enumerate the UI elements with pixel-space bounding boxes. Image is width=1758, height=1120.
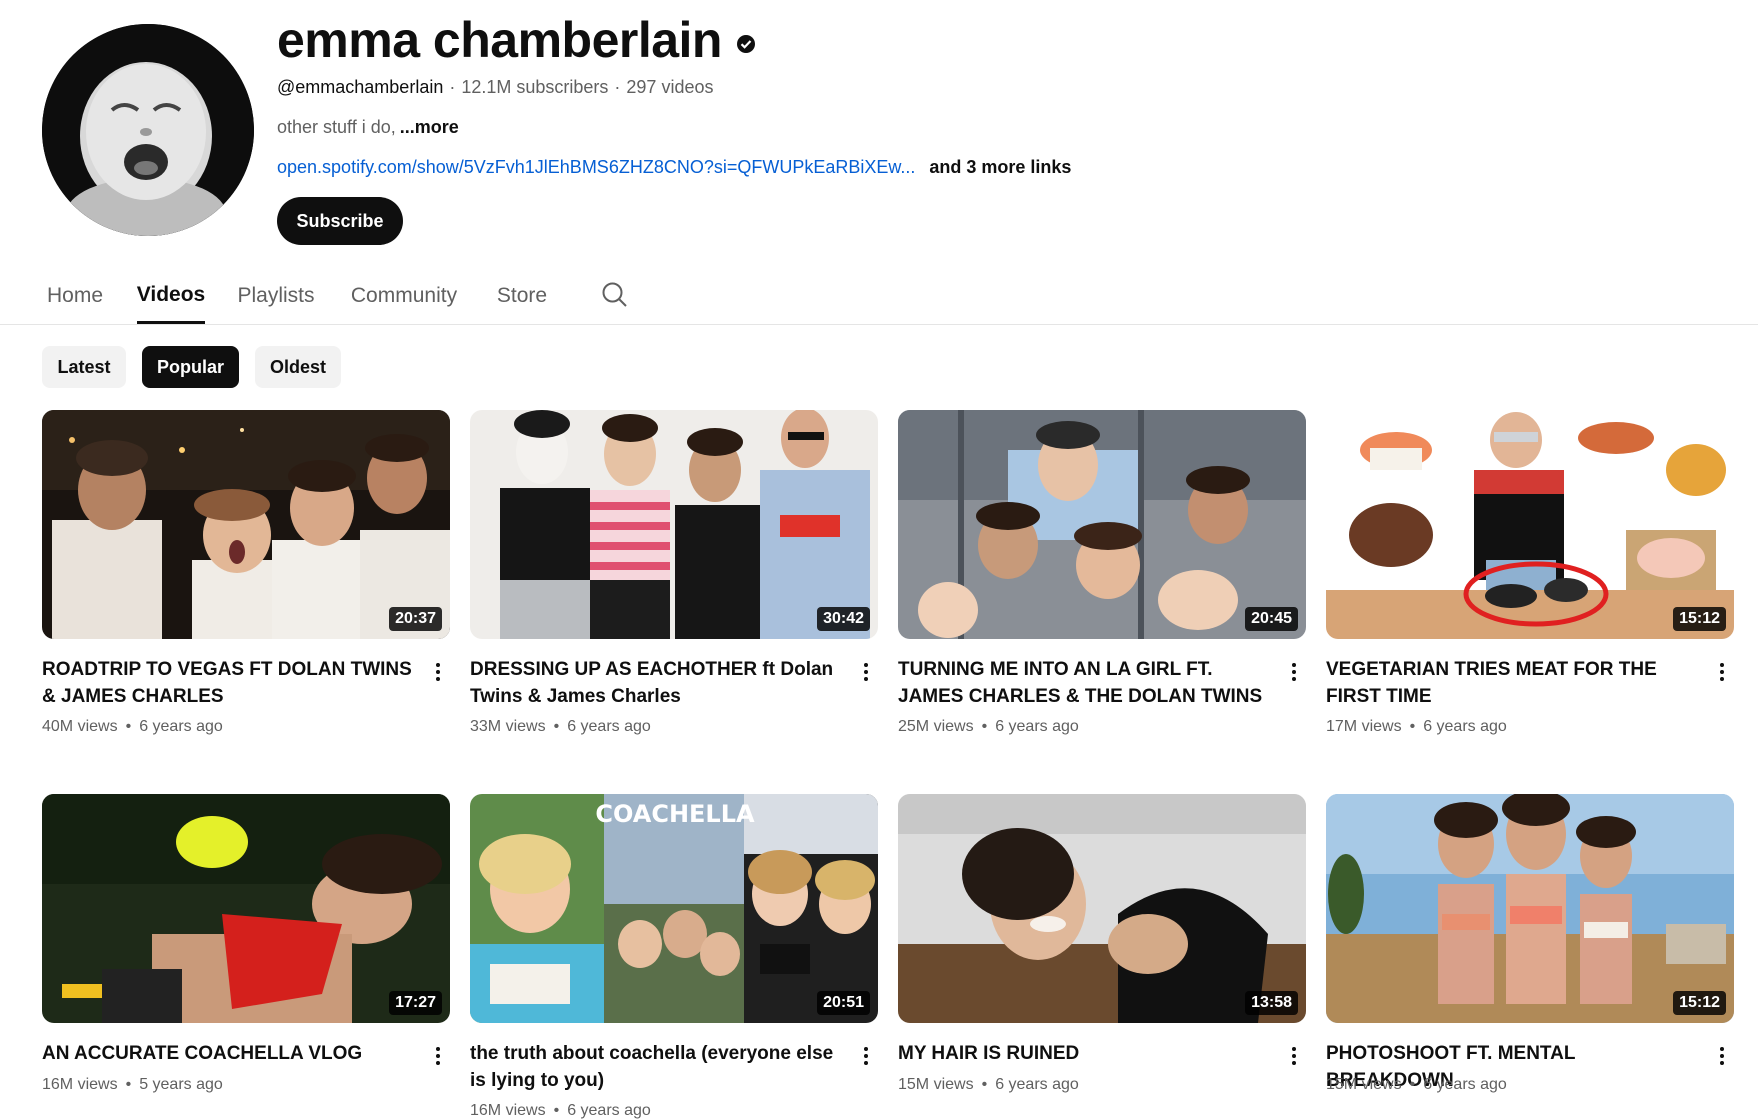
video-stats: 17M views • 6 years ago (1326, 718, 1726, 736)
video-views: 16M views (42, 1076, 118, 1093)
tab-playlists[interactable]: Playlists (235, 268, 317, 324)
video-title[interactable]: VEGETARIAN TRIES MEAT FOR THE FIRST TIME (1326, 656, 1696, 710)
tab-home[interactable]: Home (45, 268, 105, 324)
video-age: 6 years ago (139, 718, 223, 735)
tab-community[interactable]: Community (348, 268, 460, 324)
video-card: 17:27 AN ACCURATE COACHELLA VLOG 16M vie… (42, 794, 450, 1093)
separator-dot: · (449, 76, 456, 97)
tab-videos[interactable]: Videos (137, 268, 205, 324)
video-stats: 25M views • 6 years ago (898, 718, 1298, 736)
channel-description: other stuff i do, ...more (277, 114, 459, 140)
tab-store[interactable]: Store (496, 268, 548, 324)
channel-name-text: emma chamberlain (277, 12, 722, 68)
video-age: 6 years ago (1423, 1076, 1507, 1093)
separator-dot: • (125, 718, 132, 735)
subscriber-count: 12.1M subscribers (461, 76, 609, 97)
channel-name: emma chamberlain (277, 8, 756, 72)
video-age: 6 years ago (567, 1102, 651, 1119)
video-thumbnail[interactable]: 17:27 (42, 794, 450, 1023)
video-card: 13:58 MY HAIR IS RUINED 15M views • 6 ye… (898, 794, 1306, 1093)
video-duration: 20:45 (1245, 607, 1298, 631)
more-vert-icon[interactable] (1282, 1044, 1306, 1068)
video-title[interactable]: TURNING ME INTO AN LA GIRL FT. JAMES CHA… (898, 656, 1268, 710)
channel-handle: @emmachamberlain (277, 76, 444, 97)
description-more-button[interactable]: ...more (400, 117, 459, 138)
channel-tabs: Home Videos Playlists Community Store (0, 268, 1758, 325)
video-age: 6 years ago (567, 718, 651, 735)
video-card: 30:42 DRESSING UP AS EACHOTHER ft Dolan … (470, 410, 878, 735)
video-views: 40M views (42, 718, 118, 735)
video-duration: 30:42 (817, 607, 870, 631)
video-views: 16M views (470, 1102, 546, 1119)
separator-dot: • (1409, 1076, 1416, 1093)
video-card: 20:45 TURNING ME INTO AN LA GIRL FT. JAM… (898, 410, 1306, 735)
video-card: 15:12 VEGETARIAN TRIES MEAT FOR THE FIRS… (1326, 410, 1734, 735)
video-views: 25M views (898, 718, 974, 735)
channel-link[interactable]: open.spotify.com/show/5VzFvh1JlEhBMS6ZHZ… (277, 157, 915, 178)
video-duration: 20:51 (817, 991, 870, 1015)
video-card: COACHELLA 20:51 the truth about coachell… (470, 794, 878, 1119)
video-views: 33M views (470, 718, 546, 735)
video-age: 5 years ago (139, 1076, 223, 1093)
video-thumbnail[interactable]: 13:58 (898, 794, 1306, 1023)
video-duration: 13:58 (1245, 991, 1298, 1015)
video-thumbnail[interactable]: 30:42 (470, 410, 878, 639)
video-thumbnail[interactable]: 20:37 (42, 410, 450, 639)
video-thumbnail[interactable]: 15:12 (1326, 794, 1734, 1023)
video-stats: 15M views • 6 years ago (1326, 1076, 1726, 1094)
more-vert-icon[interactable] (854, 1044, 878, 1068)
video-title[interactable]: AN ACCURATE COACHELLA VLOG (42, 1040, 412, 1067)
search-icon[interactable] (600, 280, 630, 310)
more-vert-icon[interactable] (854, 660, 878, 684)
filter-latest[interactable]: Latest (42, 346, 126, 388)
more-vert-icon[interactable] (1710, 660, 1734, 684)
video-title[interactable]: MY HAIR IS RUINED (898, 1040, 1268, 1067)
channel-avatar (42, 24, 254, 236)
video-card: 20:37 ROADTRIP TO VEGAS FT DOLAN TWINS &… (42, 410, 450, 735)
separator-dot: • (981, 718, 988, 735)
separator-dot: • (1409, 718, 1416, 735)
more-vert-icon[interactable] (426, 660, 450, 684)
video-stats: 15M views • 6 years ago (898, 1076, 1298, 1094)
more-vert-icon[interactable] (426, 1044, 450, 1068)
video-duration: 17:27 (389, 991, 442, 1015)
video-views: 17M views (1326, 718, 1402, 735)
more-links-button[interactable]: and 3 more links (929, 157, 1071, 178)
verified-check-icon (736, 34, 756, 54)
filter-oldest[interactable]: Oldest (255, 346, 341, 388)
video-stats: 40M views • 6 years ago (42, 718, 442, 736)
video-age: 6 years ago (1423, 718, 1507, 735)
separator-dot: • (553, 1102, 560, 1119)
video-title[interactable]: DRESSING UP AS EACHOTHER ft Dolan Twins … (470, 656, 840, 710)
video-views: 15M views (898, 1076, 974, 1093)
video-duration: 15:12 (1673, 607, 1726, 631)
video-views: 15M views (1326, 1076, 1402, 1093)
subscribe-button[interactable]: Subscribe (277, 197, 403, 245)
video-stats: 33M views • 6 years ago (470, 718, 870, 736)
video-thumbnail[interactable]: 15:12 (1326, 410, 1734, 639)
video-duration: 20:37 (389, 607, 442, 631)
separator-dot: · (614, 76, 621, 97)
separator-dot: • (125, 1076, 132, 1093)
video-age: 6 years ago (995, 718, 1079, 735)
coachella-thumb-text: COACHELLA (595, 800, 755, 828)
video-thumbnail[interactable]: COACHELLA 20:51 (470, 794, 878, 1023)
video-duration: 15:12 (1673, 991, 1726, 1015)
channel-links: open.spotify.com/show/5VzFvh1JlEhBMS6ZHZ… (277, 154, 1071, 180)
video-count: 297 videos (626, 76, 714, 97)
video-title[interactable]: the truth about coachella (everyone else… (470, 1040, 840, 1094)
more-vert-icon[interactable] (1710, 1044, 1734, 1068)
description-text: other stuff i do, (277, 116, 396, 137)
video-title[interactable]: ROADTRIP TO VEGAS FT DOLAN TWINS & JAMES… (42, 656, 412, 710)
video-thumbnail[interactable]: 20:45 (898, 410, 1306, 639)
channel-meta: @emmachamberlain · 12.1M subscribers · 2… (277, 74, 713, 100)
video-card: 15:12 PHOTOSHOOT FT. MENTAL BREAKDOWN 15… (1326, 794, 1734, 1093)
filter-popular[interactable]: Popular (142, 346, 239, 388)
video-stats: 16M views • 5 years ago (42, 1076, 442, 1094)
video-age: 6 years ago (995, 1076, 1079, 1093)
more-vert-icon[interactable] (1282, 660, 1306, 684)
separator-dot: • (553, 718, 560, 735)
video-stats: 16M views • 6 years ago (470, 1102, 870, 1120)
separator-dot: • (981, 1076, 988, 1093)
